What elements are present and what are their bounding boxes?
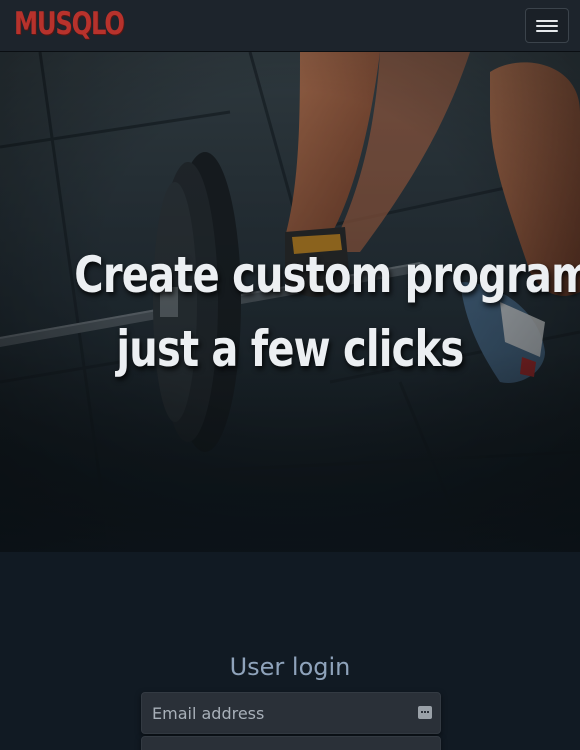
login-section: User login <box>0 552 580 750</box>
page: MUSQLO Create custom progra just a few c… <box>0 0 580 750</box>
brand-logo[interactable]: MUSQLO <box>14 6 125 42</box>
password-input[interactable] <box>142 737 440 750</box>
email-input[interactable] <box>142 693 440 733</box>
hamburger-menu-icon-bar <box>536 25 558 27</box>
hero-title-line-2: just a few clicks <box>116 320 464 378</box>
login-title: User login <box>229 653 351 681</box>
navbar: MUSQLO <box>0 0 580 52</box>
hamburger-menu-icon-bar <box>536 30 558 32</box>
hero-title: Create custom programs in just a few cli… <box>0 238 580 386</box>
hero-section: Create custom programs in just a few cli… <box>0 52 580 552</box>
navbar-toggle-button[interactable] <box>525 8 569 43</box>
email-field-wrapper <box>141 692 441 734</box>
password-field-wrapper <box>141 736 441 750</box>
hamburger-menu-icon <box>536 20 558 22</box>
password-manager-icon[interactable] <box>418 706 432 719</box>
hero-title-line-1: Create custom programs in <box>74 246 580 304</box>
